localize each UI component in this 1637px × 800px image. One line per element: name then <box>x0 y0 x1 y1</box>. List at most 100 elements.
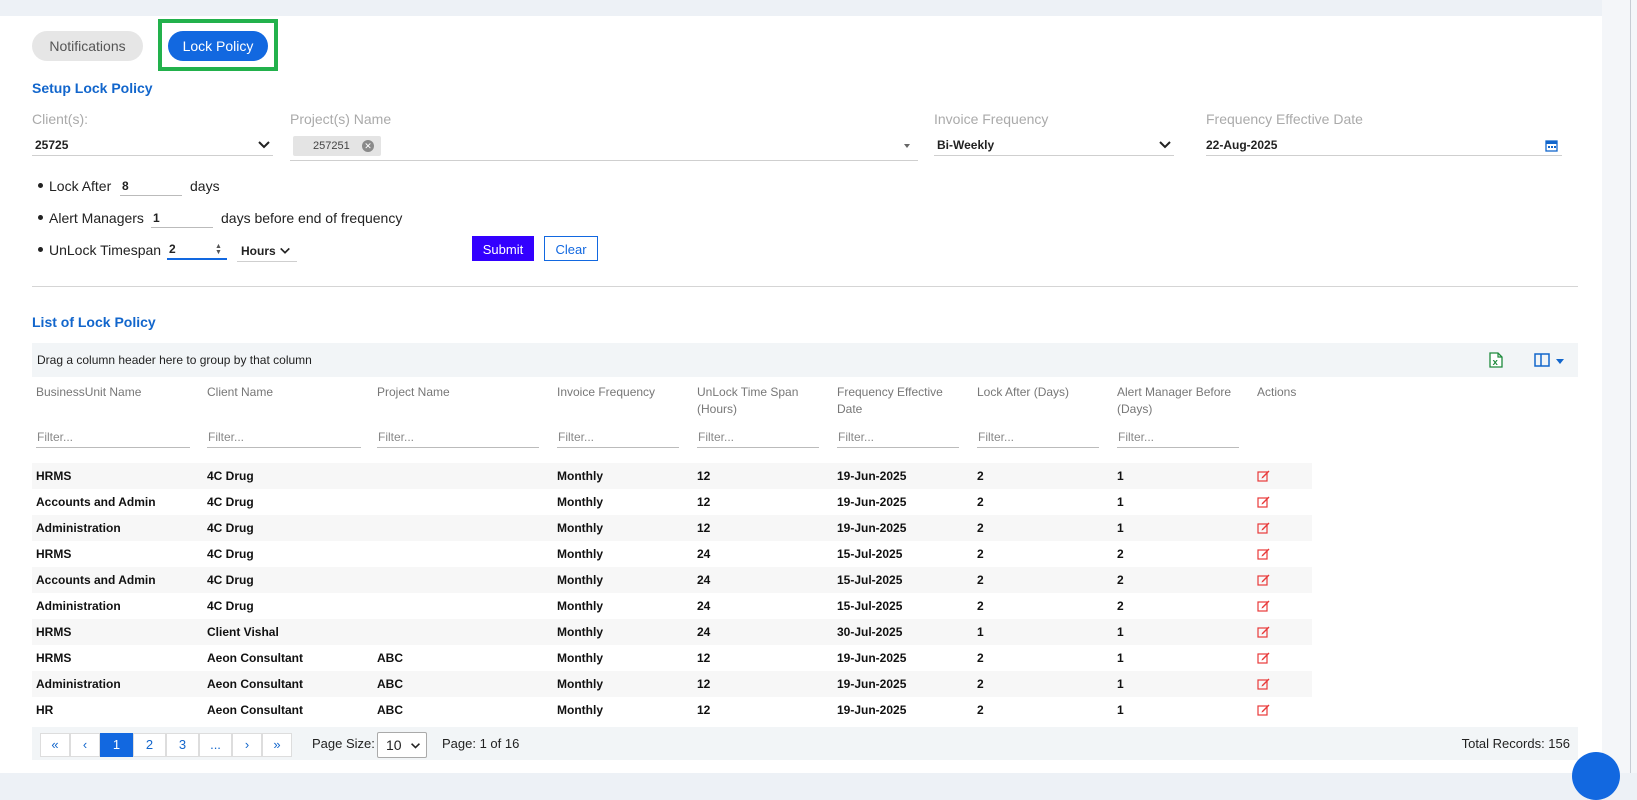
cell-alert-before: 2 <box>1117 573 1124 587</box>
edit-icon[interactable] <box>1257 469 1270 482</box>
chevron-down-icon <box>411 743 420 749</box>
cell-effective-date: 30-Jul-2025 <box>837 625 903 639</box>
column-header-project[interactable]: Project Name <box>377 384 517 401</box>
list-section-title: List of Lock Policy <box>32 314 156 330</box>
table-row: HRMS Client Vishal Monthly 24 30-Jul-2025 1 1 <box>32 619 1312 645</box>
filter-unlock-timespan[interactable] <box>697 426 819 448</box>
column-header-client[interactable]: Client Name <box>207 384 347 401</box>
spinner-arrows-icon[interactable]: ▲ ▼ <box>215 243 222 256</box>
cell-effective-date: 19-Jun-2025 <box>837 651 907 665</box>
edit-icon[interactable] <box>1257 521 1270 534</box>
filter-effective-date[interactable] <box>837 426 959 448</box>
cell-alert-before: 1 <box>1117 703 1124 717</box>
invoice-frequency-label: Invoice Frequency <box>934 111 1049 127</box>
pager-more[interactable]: ... <box>199 733 232 757</box>
pager-prev-button[interactable]: ‹ <box>70 733 100 757</box>
page-scrollbar[interactable] <box>1602 0 1637 773</box>
column-header-unlock-timespan[interactable]: UnLock Time Span (Hours) <box>697 384 807 418</box>
filter-client[interactable] <box>207 426 361 448</box>
cell-unlock-timespan: 12 <box>697 651 711 665</box>
cell-businessunit: Administration <box>36 677 121 691</box>
cell-client: Aeon Consultant <box>207 651 303 665</box>
bullet <box>38 183 43 188</box>
alert-managers-input[interactable] <box>151 208 213 228</box>
cell-project: ABC <box>377 703 403 717</box>
column-header-businessunit[interactable]: BusinessUnit Name <box>36 384 176 401</box>
cell-unlock-timespan: 24 <box>697 599 711 613</box>
cell-alert-before: 2 <box>1117 599 1124 613</box>
cell-alert-before: 1 <box>1117 677 1124 691</box>
pager-page-3[interactable]: 3 <box>166 733 199 757</box>
cell-lock-after: 2 <box>977 521 984 535</box>
page-size-select[interactable]: 10 <box>377 732 427 758</box>
cell-businessunit: HRMS <box>36 547 72 561</box>
filter-lock-after[interactable] <box>977 426 1099 448</box>
clear-button[interactable]: Clear <box>544 236 598 261</box>
cell-invoice-frequency: Monthly <box>557 703 603 717</box>
cell-client: 4C Drug <box>207 521 254 535</box>
edit-icon[interactable] <box>1257 625 1270 638</box>
pager-first-button[interactable]: « <box>40 733 70 757</box>
cell-invoice-frequency: Monthly <box>557 599 603 613</box>
filter-alert-before[interactable] <box>1117 426 1239 448</box>
calendar-icon[interactable] <box>1545 139 1558 152</box>
edit-icon[interactable] <box>1257 599 1270 612</box>
page-size-label: Page Size: <box>312 736 375 751</box>
lock-after-input[interactable] <box>120 176 182 196</box>
bullet <box>38 247 43 252</box>
cell-project: ABC <box>377 651 403 665</box>
cell-client: 4C Drug <box>207 599 254 613</box>
alert-managers-label: Alert Managers <box>49 210 144 226</box>
table-row: HRMS Aeon Consultant ABC Monthly 12 19-Jun-20… <box>32 645 1312 671</box>
column-header-invoice-frequency[interactable]: Invoice Frequency <box>557 384 697 401</box>
edit-icon[interactable] <box>1257 651 1270 664</box>
pager-page-2[interactable]: 2 <box>133 733 166 757</box>
cell-lock-after: 2 <box>977 651 984 665</box>
cell-client: 4C Drug <box>207 547 254 561</box>
column-header-actions[interactable]: Actions <box>1257 384 1337 401</box>
cell-client: 4C Drug <box>207 573 254 587</box>
cell-unlock-timespan: 12 <box>697 703 711 717</box>
filter-businessunit[interactable] <box>36 426 190 448</box>
edit-icon[interactable] <box>1257 703 1270 716</box>
invoice-frequency-value: Bi-Weekly <box>937 138 995 152</box>
cell-effective-date: 15-Jul-2025 <box>837 599 903 613</box>
caret-down-icon[interactable] <box>1556 359 1564 364</box>
group-by-bar[interactable]: Drag a column header here to group by th… <box>32 343 1578 377</box>
edit-icon[interactable] <box>1257 495 1270 508</box>
chevron-down-icon <box>1159 141 1171 149</box>
edit-icon[interactable] <box>1257 573 1270 586</box>
cell-client: Client Vishal <box>207 625 279 639</box>
filter-project[interactable] <box>377 426 539 448</box>
project-chip: 257251 ✕ <box>293 136 381 156</box>
column-header-effective-date[interactable]: Frequency Effective Date <box>837 384 957 418</box>
cell-businessunit: HRMS <box>36 625 72 639</box>
cell-lock-after: 1 <box>977 625 984 639</box>
cell-businessunit: HRMS <box>36 651 72 665</box>
remove-chip-icon[interactable]: ✕ <box>362 140 374 152</box>
tab-lock-policy[interactable]: Lock Policy <box>168 31 268 61</box>
cell-businessunit: Administration <box>36 599 121 613</box>
edit-icon[interactable] <box>1257 677 1270 690</box>
column-header-lock-after[interactable]: Lock After (Days) <box>977 384 1117 401</box>
group-by-hint: Drag a column header here to group by th… <box>37 353 312 367</box>
pager-next-button[interactable]: › <box>232 733 262 757</box>
column-chooser-icon[interactable] <box>1534 353 1550 367</box>
column-header-alert-before[interactable]: Alert Manager Before (Days) <box>1117 384 1247 418</box>
unlock-unit-value: Hours <box>241 244 276 258</box>
cell-effective-date: 19-Jun-2025 <box>837 703 907 717</box>
cell-alert-before: 1 <box>1117 469 1124 483</box>
pager-page-1[interactable]: 1 <box>100 733 133 757</box>
cell-unlock-timespan: 24 <box>697 573 711 587</box>
tab-notifications[interactable]: Notifications <box>32 31 143 61</box>
chevron-down-icon <box>280 247 290 254</box>
setup-section-title: Setup Lock Policy <box>32 80 153 96</box>
edit-icon[interactable] <box>1257 547 1270 560</box>
help-chat-button[interactable] <box>1572 752 1620 800</box>
filter-invoice-frequency[interactable] <box>557 426 679 448</box>
excel-export-icon[interactable]: X <box>1489 352 1503 368</box>
lock-after-label: Lock After <box>49 178 112 194</box>
cell-unlock-timespan: 24 <box>697 547 711 561</box>
submit-button[interactable]: Submit <box>472 236 534 261</box>
pager-last-button[interactable]: » <box>262 733 292 757</box>
